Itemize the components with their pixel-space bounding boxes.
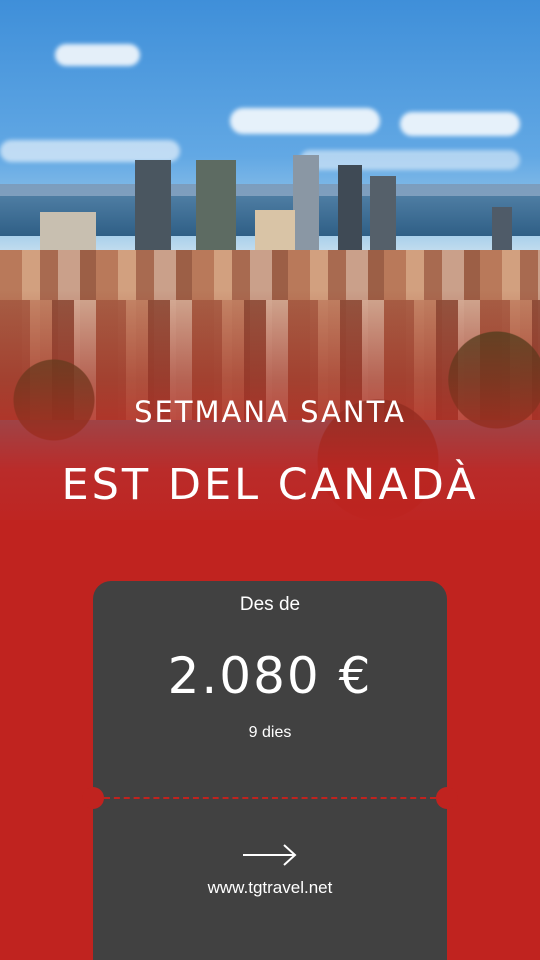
ticket-notch-left	[82, 787, 104, 809]
website-link[interactable]: www.tgtravel.net	[93, 878, 447, 898]
price: 2.080 €	[167, 647, 373, 705]
price-ticket-card[interactable]: Des de 2.080 € 9 dies www.tgtravel.net	[82, 581, 458, 960]
arrow-right-icon[interactable]	[242, 843, 298, 867]
ticket-perforation	[104, 797, 436, 799]
headline-title: EST DEL CANADÀ	[61, 460, 479, 510]
from-label: Des de	[239, 594, 301, 615]
trip-duration: 9 dies	[248, 724, 292, 741]
headline-subtitle: SETMANA SANTA	[134, 395, 406, 429]
ticket-notch-right	[436, 787, 458, 809]
